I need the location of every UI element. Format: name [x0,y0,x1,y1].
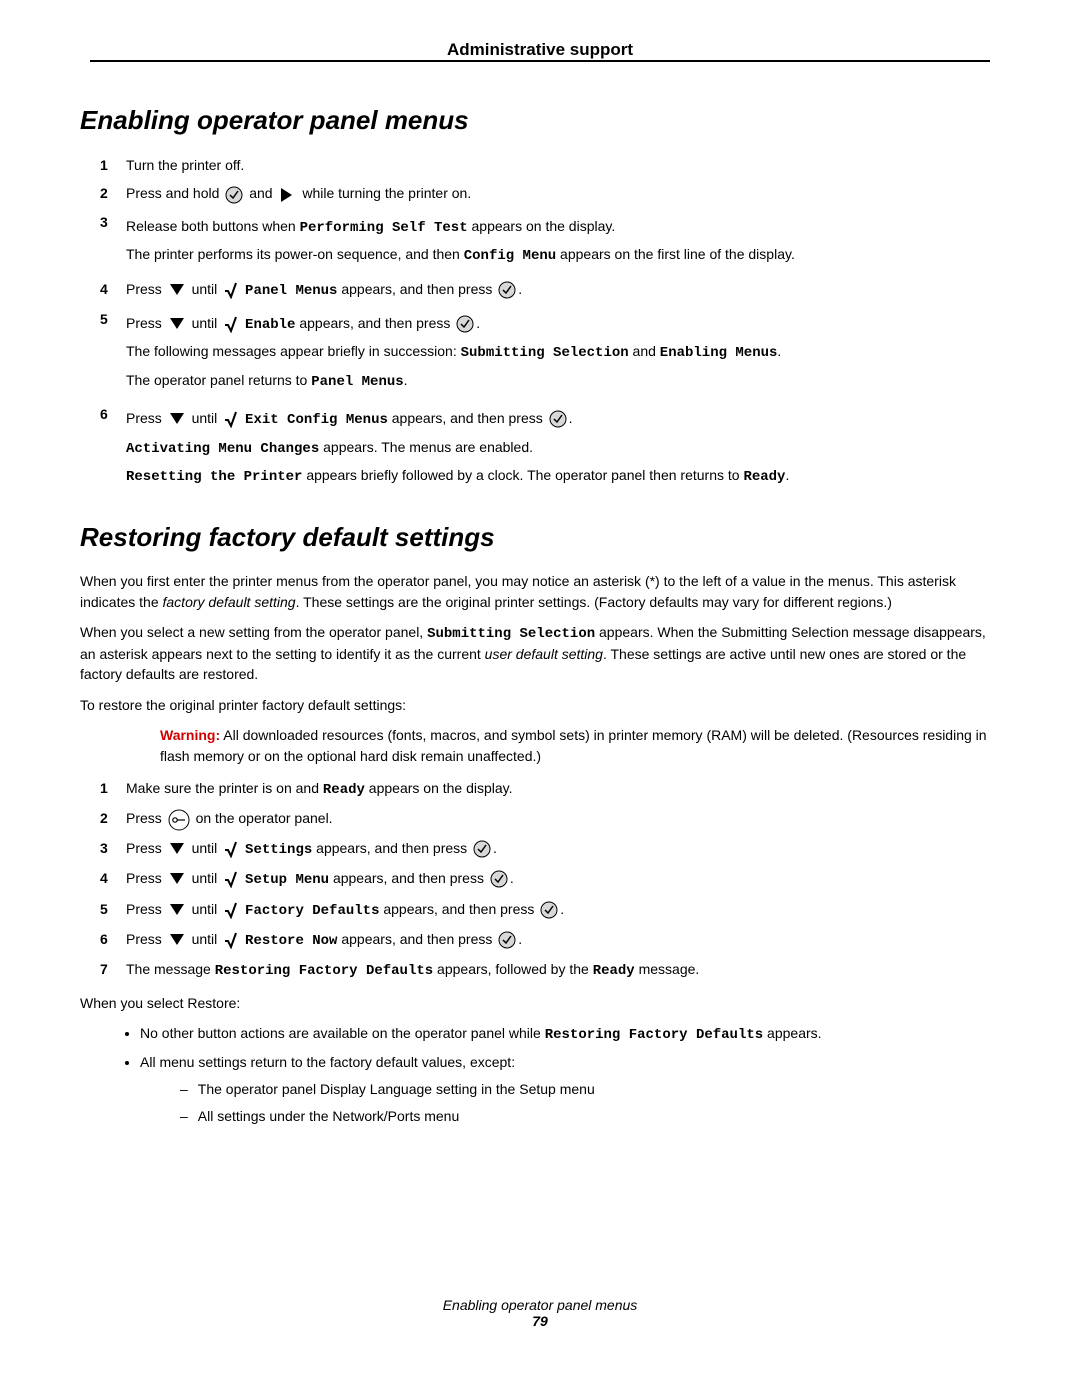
warning-label: Warning: [160,727,220,743]
down-triangle-icon [168,901,186,919]
step-body: Press and hold and while turning the pri… [126,182,1000,204]
check-circle-icon [498,281,516,299]
steps-restoring: 1 Make sure the printer is on and Ready … [80,777,1000,983]
step-body: Press on the operator panel. [126,807,1000,830]
step-number: 6 [100,403,126,425]
paragraph: To restore the original printer factory … [80,695,1000,715]
step-body: Press until Restore Now appears, and the… [126,928,1000,952]
step-number: 3 [100,837,126,859]
page-footer: Enabling operator panel menus 79 [80,1297,1000,1329]
step-number: 2 [100,807,126,829]
step-number: 1 [100,154,126,176]
list-item: No other button actions are available on… [140,1023,1000,1046]
step-body: The message Restoring Factory Defaults a… [126,958,1000,982]
step-body: Press until Setup Menu appears, and then… [126,867,1000,891]
step-number: 6 [100,928,126,950]
root-icon [223,840,239,858]
page-number: 79 [80,1313,1000,1329]
sub-list: The operator panel Display Language sett… [140,1079,1000,1127]
step-body: Press until Exit Config Menus appears, a… [126,403,1000,492]
root-icon [223,901,239,919]
right-triangle-icon [278,186,296,204]
paragraph: When you first enter the printer menus f… [80,571,1000,612]
paragraph: When you select a new setting from the o… [80,622,1000,685]
step-body: Turn the printer off. [126,154,1000,176]
paragraph: When you select Restore: [80,993,1000,1013]
step-number: 1 [100,777,126,799]
step-body: Make sure the printer is on and Ready ap… [126,777,1000,801]
steps-enabling: 1 Turn the printer off. 2 Press and hold… [80,154,1000,492]
root-icon [223,315,239,333]
check-circle-icon [456,315,474,333]
check-circle-icon [540,901,558,919]
list-item: All menu settings return to the factory … [140,1052,1000,1127]
restore-bullets: No other button actions are available on… [80,1023,1000,1127]
check-circle-icon [473,840,491,858]
step-number: 5 [100,898,126,920]
step-number: 4 [100,867,126,889]
list-item: All settings under the Network/Ports men… [180,1106,1000,1127]
check-circle-icon [549,410,567,428]
heading-enabling: Enabling operator panel menus [80,105,1000,136]
root-icon [223,281,239,299]
check-circle-icon [498,931,516,949]
down-triangle-icon [168,410,186,428]
page-header: Administrative support [80,40,1000,70]
root-icon [223,410,239,428]
down-triangle-icon [168,931,186,949]
header-title: Administrative support [447,40,633,59]
down-triangle-icon [168,281,186,299]
down-triangle-icon [168,315,186,333]
root-icon [223,931,239,949]
check-circle-icon [225,186,243,204]
heading-restoring: Restoring factory default settings [80,522,1000,553]
step-number: 5 [100,308,126,330]
step-number: 2 [100,182,126,204]
list-item: The operator panel Display Language sett… [180,1079,1000,1100]
step-body: Press until Enable appears, and then pre… [126,308,1000,397]
check-circle-icon [490,870,508,888]
warning-block: Warning: All downloaded resources (fonts… [160,725,1000,767]
menu-button-icon [168,809,190,831]
down-triangle-icon [168,870,186,888]
step-number: 7 [100,958,126,980]
step-body: Press until Panel Menus appears, and the… [126,278,1000,302]
down-triangle-icon [168,840,186,858]
step-body: Press until Settings appears, and then p… [126,837,1000,861]
footer-title: Enabling operator panel menus [80,1297,1000,1313]
step-body: Press until Factory Defaults appears, an… [126,898,1000,922]
step-body: Release both buttons when Performing Sel… [126,211,1000,272]
header-rule [90,60,990,62]
root-icon [223,870,239,888]
step-number: 4 [100,278,126,300]
step-number: 3 [100,211,126,233]
